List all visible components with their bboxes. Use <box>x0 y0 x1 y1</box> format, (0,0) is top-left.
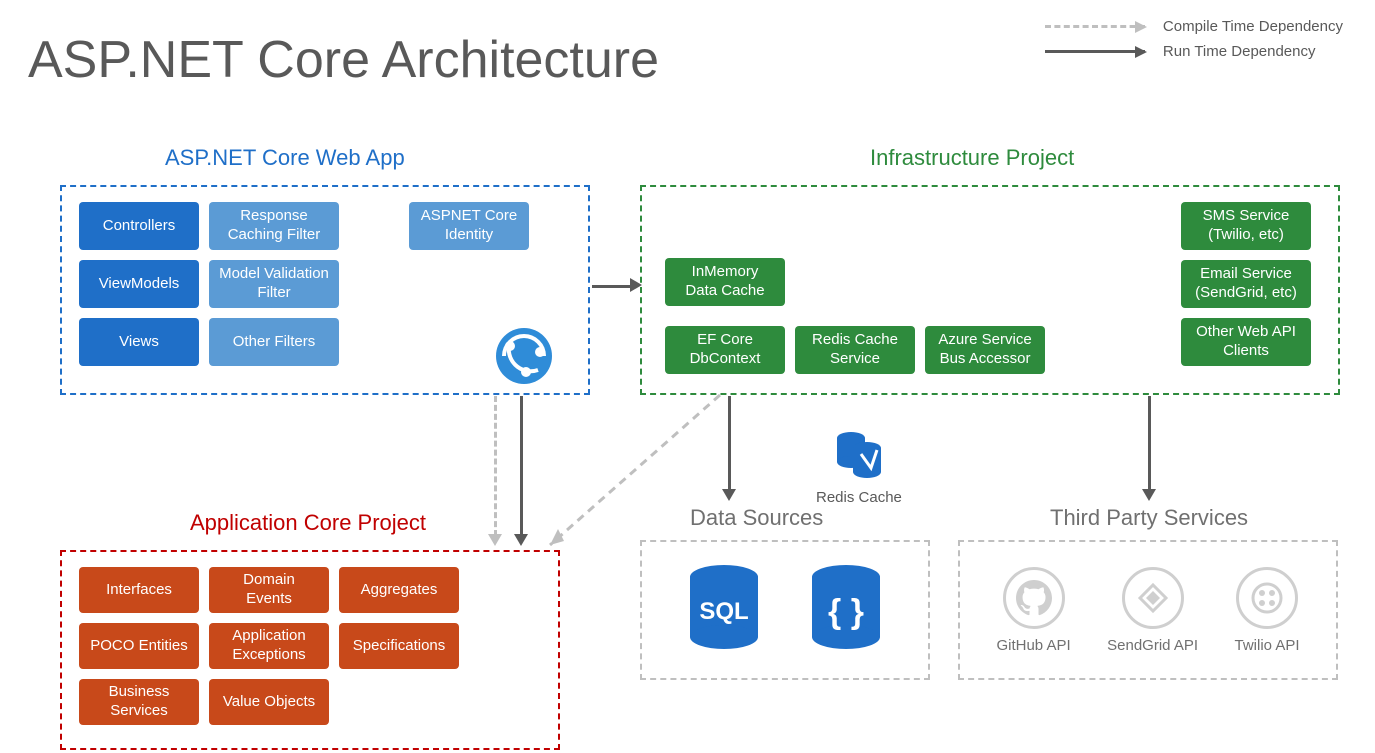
arrow-infra-to-thirdparty <box>1148 396 1151 491</box>
third-party-group: GitHub API SendGrid API Twilio API <box>958 540 1338 680</box>
box-business-services: Business Services <box>79 679 199 725</box>
github-icon <box>1003 567 1065 629</box>
box-domain-events: Domain Events <box>209 567 329 613</box>
sendgrid-api-label: SendGrid API <box>1107 637 1198 654</box>
third-party-title: Third Party Services <box>1050 505 1248 531</box>
arrow-webapp-to-core-compile <box>494 396 497 536</box>
sendgrid-icon <box>1122 567 1184 629</box>
github-api-service: GitHub API <box>996 567 1070 654</box>
sendgrid-api-service: SendGrid API <box>1107 567 1198 654</box>
run-time-arrow-icon <box>1045 50 1145 53</box>
box-sms-service: SMS Service (Twilio, etc) <box>1181 202 1311 250</box>
redis-cache-label: Redis Cache <box>816 489 902 506</box>
box-aggregates: Aggregates <box>339 567 459 613</box>
box-ef-core-dbcontext: EF Core DbContext <box>665 326 785 374</box>
data-sources-group: SQL { } <box>640 540 930 680</box>
twilio-icon <box>1236 567 1298 629</box>
legend: Compile Time Dependency Run Time Depende… <box>1045 18 1343 68</box>
arrow-head-icon <box>514 534 528 546</box>
box-aspnet-core-identity: ASPNET Core Identity <box>409 202 529 250</box>
box-inmemory-cache: InMemory Data Cache <box>665 258 785 306</box>
arrow-head-icon <box>1142 489 1156 501</box>
box-model-validation-filter: Model Validation Filter <box>209 260 339 308</box>
box-redis-cache-service: Redis Cache Service <box>795 326 915 374</box>
box-controllers: Controllers <box>79 202 199 250</box>
svg-text:{ }: { } <box>828 593 864 631</box>
box-other-filters: Other Filters <box>209 318 339 366</box>
legend-runtime-label: Run Time Dependency <box>1163 43 1316 60</box>
box-response-caching-filter: Response Caching Filter <box>209 202 339 250</box>
box-value-objects: Value Objects <box>209 679 329 725</box>
diagram-title: ASP.NET Core Architecture <box>28 30 659 90</box>
arrow-infra-to-core-compile <box>530 395 730 555</box>
core-title: Application Core Project <box>190 510 426 536</box>
arrow-head-icon <box>722 489 736 501</box>
box-application-exceptions: Application Exceptions <box>209 623 329 669</box>
webapp-globe-icon <box>496 328 552 384</box>
nosql-db-icon: { } <box>807 563 885 658</box>
box-viewmodels: ViewModels <box>79 260 199 308</box>
arrow-head-icon <box>630 278 642 292</box>
sql-db-icon: SQL <box>685 563 763 658</box>
arrow-webapp-to-infra <box>592 285 632 288</box>
github-api-label: GitHub API <box>996 637 1070 654</box>
legend-compile-label: Compile Time Dependency <box>1163 18 1343 35</box>
twilio-api-service: Twilio API <box>1235 567 1300 654</box>
twilio-api-label: Twilio API <box>1235 637 1300 654</box>
infra-title: Infrastructure Project <box>870 145 1074 171</box>
webapp-title: ASP.NET Core Web App <box>165 145 405 171</box>
core-group: Interfaces POCO Entities Business Servic… <box>60 550 560 750</box>
redis-cache-icon: Redis Cache <box>816 426 902 506</box>
arrow-infra-to-datasources <box>728 396 731 491</box>
compile-time-arrow-icon <box>1045 25 1145 28</box>
arrow-head-icon <box>488 534 502 546</box>
infra-group: InMemory Data Cache EF Core DbContext Re… <box>640 185 1340 395</box>
box-views: Views <box>79 318 199 366</box>
box-poco-entities: POCO Entities <box>79 623 199 669</box>
box-specifications: Specifications <box>339 623 459 669</box>
arrow-webapp-to-core-runtime <box>520 396 523 536</box>
box-other-web-api-clients: Other Web API Clients <box>1181 318 1311 366</box>
box-azure-service-bus: Azure Service Bus Accessor <box>925 326 1045 374</box>
svg-text:SQL: SQL <box>700 598 749 625</box>
box-email-service: Email Service (SendGrid, etc) <box>1181 260 1311 308</box>
box-interfaces: Interfaces <box>79 567 199 613</box>
